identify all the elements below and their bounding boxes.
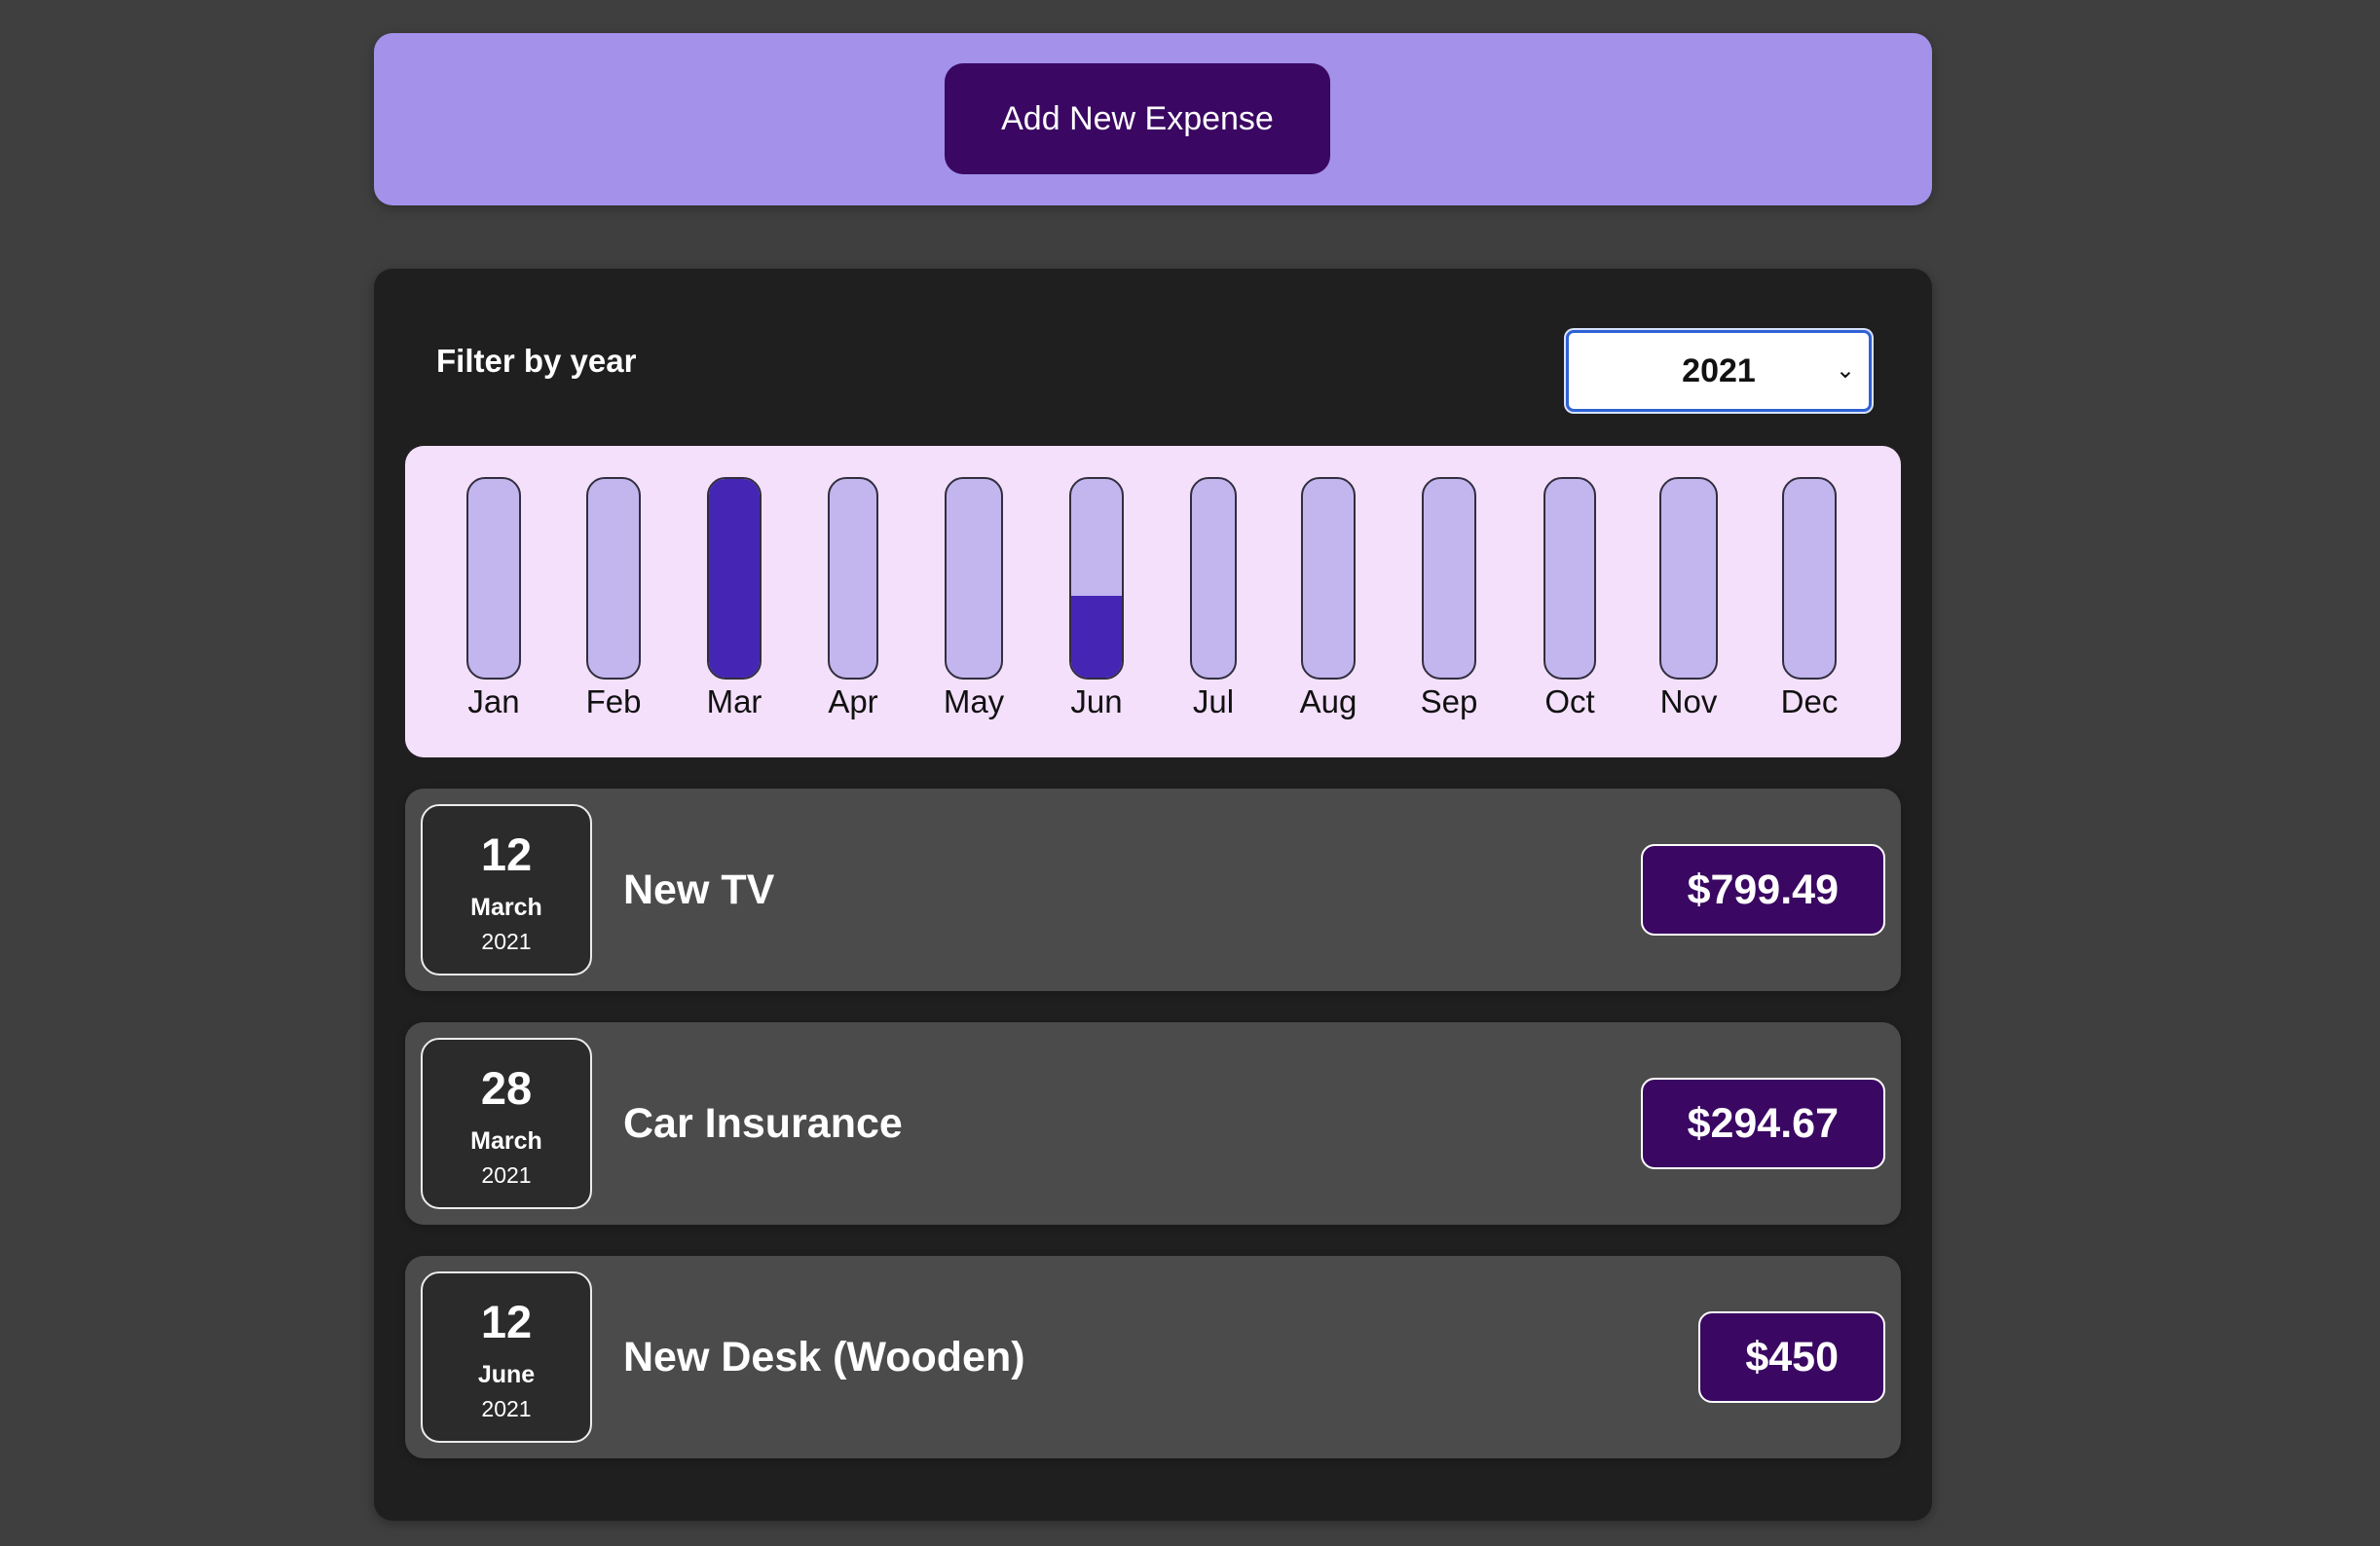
expense-price: $450 — [1698, 1311, 1885, 1403]
expense-title: New Desk (Wooden) — [623, 1334, 1025, 1380]
expense-title: New TV — [623, 866, 775, 913]
chart-bar-dec: Dec — [405, 446, 1901, 757]
expense-date: 12 March 2021 — [421, 804, 592, 975]
expense-date-year: 2021 — [481, 1396, 532, 1421]
expense-date: 12 June 2021 — [421, 1271, 592, 1443]
expense-item[interactable]: 12 March 2021 New TV $799.49 — [405, 789, 1901, 991]
expense-item[interactable]: 12 June 2021 New Desk (Wooden) $450 — [405, 1256, 1901, 1458]
new-expense-panel: Add New Expense — [374, 33, 1932, 205]
expense-date-day: 12 — [480, 828, 533, 880]
chart-bar-track — [1782, 477, 1837, 680]
add-new-expense-button[interactable]: Add New Expense — [945, 63, 1330, 174]
expense-price: $294.67 — [1640, 1078, 1885, 1169]
expenses-panel: Filter by year 2021 ⌄ Jan Feb Mar Apr May Jun… — [374, 269, 1932, 1521]
expense-date-month: March — [470, 894, 542, 921]
year-select[interactable]: 2021 ⌄ — [1566, 330, 1872, 412]
expense-date: 28 March 2021 — [421, 1038, 592, 1209]
expense-price: $799.49 — [1640, 844, 1885, 936]
expense-date-month: March — [470, 1127, 542, 1155]
expense-date-day: 12 — [480, 1296, 533, 1347]
expense-item[interactable]: 28 March 2021 Car Insurance $294.67 — [405, 1022, 1901, 1225]
expense-title: Car Insurance — [623, 1100, 903, 1147]
filter-by-year-label: Filter by year — [436, 343, 637, 379]
chart-bar-label: Dec — [1780, 683, 1839, 719]
expense-date-year: 2021 — [481, 1162, 532, 1188]
year-select-value: 2021 — [1682, 352, 1756, 389]
chevron-down-icon: ⌄ — [1835, 356, 1855, 384]
expense-date-month: June — [477, 1361, 536, 1388]
expense-date-year: 2021 — [481, 929, 532, 954]
monthly-expenses-chart: Jan Feb Mar Apr May Jun Jul Aug Sep Oct Nov Dec — [405, 446, 1901, 757]
expense-date-day: 28 — [480, 1062, 533, 1114]
